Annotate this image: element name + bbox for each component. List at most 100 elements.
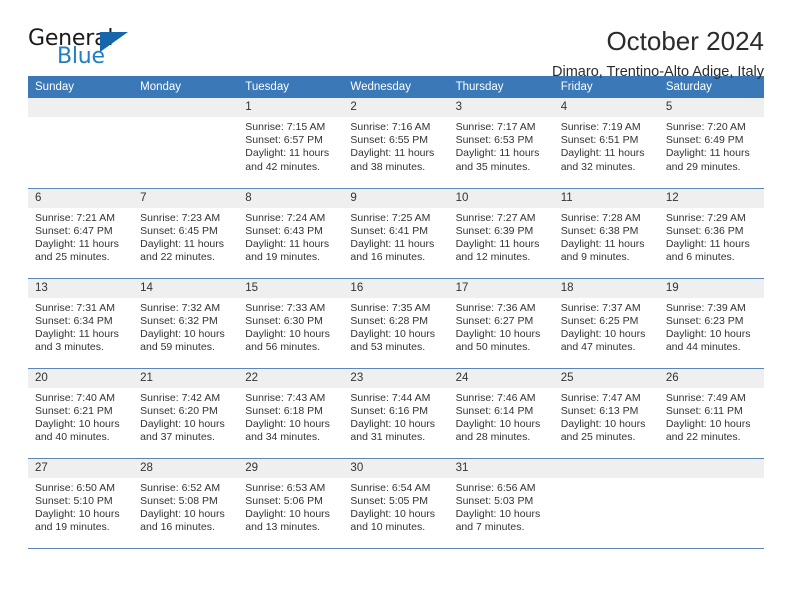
calendar-day-cell[interactable]: 16 Sunrise: 7:35 AM Sunset: 6:28 PM Dayligh…	[343, 278, 449, 369]
day-details: Sunrise: 6:54 AM Sunset: 5:05 PM Daylight:…	[343, 478, 448, 535]
daylight-duration-line1: Daylight: 10 hours	[350, 417, 436, 430]
calendar-day-cell[interactable]: 30 Sunrise: 6:54 AM Sunset: 5:05 PM Dayligh…	[343, 458, 449, 549]
day-details: Sunrise: 7:21 AM Sunset: 6:47 PM Daylight:…	[28, 208, 133, 265]
calendar-day-cell[interactable]: 19 Sunrise: 7:39 AM Sunset: 6:23 PM Dayligh…	[658, 278, 764, 369]
sunrise-sunset-calendar: Sunday Monday Tuesday Wednesday Thursday Frid…	[28, 76, 764, 549]
sunrise-time: Sunrise: 7:25 AM	[350, 211, 431, 224]
sunset-time: Sunset: 6:18 PM	[245, 404, 323, 417]
sunrise-time: Sunrise: 6:56 AM	[455, 481, 536, 494]
calendar-day-cell[interactable]: 7 Sunrise: 7:23 AM Sunset: 6:45 PM Daylight…	[133, 188, 239, 279]
daylight-duration-line2: and 32 minutes.	[560, 160, 636, 173]
day-details: Sunrise: 7:42 AM Sunset: 6:20 PM Daylight:…	[133, 388, 238, 445]
calendar-day-cell[interactable]: 24 Sunrise: 7:46 AM Sunset: 6:14 PM Dayligh…	[448, 368, 554, 459]
calendar-day-cell[interactable]: 27 Sunrise: 6:50 AM Sunset: 5:10 PM Dayligh…	[28, 458, 134, 549]
day-number: 16	[343, 278, 449, 298]
daylight-duration-line2: and 50 minutes.	[455, 341, 531, 354]
sunrise-time: Sunrise: 7:47 AM	[560, 391, 641, 404]
calendar-day-cell[interactable]: 31 Sunrise: 6:56 AM Sunset: 5:03 PM Dayligh…	[448, 458, 554, 549]
daylight-duration-line1: Daylight: 10 hours	[455, 417, 541, 430]
sunrise-time: Sunrise: 7:36 AM	[455, 301, 536, 314]
day-number: 23	[343, 368, 449, 388]
calendar-week-row: 6 Sunrise: 7:21 AM Sunset: 6:47 PM Daylight…	[28, 188, 764, 279]
day-number: 20	[28, 368, 134, 388]
day-details: Sunrise: 7:33 AM Sunset: 6:30 PM Daylight:…	[238, 298, 343, 355]
calendar-day-cell[interactable]: 12 Sunrise: 7:29 AM Sunset: 6:36 PM Dayligh…	[658, 188, 764, 279]
calendar-day-cell[interactable]: 20 Sunrise: 7:40 AM Sunset: 6:21 PM Dayligh…	[28, 368, 134, 459]
calendar-day-cell[interactable]: 2 Sunrise: 7:16 AM Sunset: 6:55 PM Daylight…	[343, 98, 449, 189]
day-details: Sunrise: 7:35 AM Sunset: 6:28 PM Daylight:…	[343, 298, 448, 355]
day-details: Sunrise: 7:16 AM Sunset: 6:55 PM Daylight:…	[343, 117, 448, 174]
calendar-day-cell[interactable]: 6 Sunrise: 7:21 AM Sunset: 6:47 PM Daylight…	[28, 188, 134, 279]
day-number: 21	[133, 368, 239, 388]
daylight-duration-line1: Daylight: 10 hours	[665, 327, 751, 340]
sunrise-time: Sunrise: 7:28 AM	[560, 211, 641, 224]
sunrise-time: Sunrise: 7:46 AM	[455, 391, 536, 404]
calendar-day-cell[interactable]: 4 Sunrise: 7:19 AM Sunset: 6:51 PM Daylight…	[553, 98, 659, 189]
daylight-duration-line2: and 3 minutes.	[35, 341, 104, 354]
weekday-header-thursday: Thursday	[448, 76, 554, 98]
daylight-duration-line2: and 38 minutes.	[350, 160, 426, 173]
sunrise-time: Sunrise: 6:54 AM	[350, 481, 431, 494]
sunrise-time: Sunrise: 7:37 AM	[560, 301, 641, 314]
day-details: Sunrise: 7:36 AM Sunset: 6:27 PM Daylight:…	[449, 298, 554, 355]
calendar-day-cell[interactable]: 18 Sunrise: 7:37 AM Sunset: 6:25 PM Dayligh…	[553, 278, 659, 369]
daylight-duration-line1: Daylight: 11 hours	[350, 237, 435, 250]
calendar-day-cell[interactable]: 25 Sunrise: 7:47 AM Sunset: 6:13 PM Dayligh…	[553, 368, 659, 459]
sunrise-time: Sunrise: 7:44 AM	[350, 391, 431, 404]
day-number: 6	[28, 188, 134, 208]
sunrise-time: Sunrise: 7:23 AM	[140, 211, 221, 224]
calendar-day-cell[interactable]: 15 Sunrise: 7:33 AM Sunset: 6:30 PM Dayligh…	[238, 278, 344, 369]
daylight-duration-line1: Daylight: 10 hours	[665, 417, 751, 430]
calendar-day-cell[interactable]: 5 Sunrise: 7:20 AM Sunset: 6:49 PM Daylight…	[658, 98, 764, 189]
day-number: 28	[133, 458, 239, 478]
calendar-day-cell[interactable]: 10 Sunrise: 7:27 AM Sunset: 6:39 PM Dayligh…	[448, 188, 554, 279]
daylight-duration-line2: and 28 minutes.	[455, 431, 531, 444]
calendar-day-cell[interactable]: 21 Sunrise: 7:42 AM Sunset: 6:20 PM Dayligh…	[133, 368, 239, 459]
daylight-duration-line2: and 53 minutes.	[350, 341, 426, 354]
day-details	[554, 478, 659, 482]
calendar-day-cell[interactable]: 13 Sunrise: 7:31 AM Sunset: 6:34 PM Dayligh…	[28, 278, 134, 369]
calendar-day-cell[interactable]: 8 Sunrise: 7:24 AM Sunset: 6:43 PM Daylight…	[238, 188, 344, 279]
general-blue-logo[interactable]: General Blue	[28, 26, 148, 72]
sunset-time: Sunset: 6:41 PM	[350, 224, 429, 237]
sunrise-time: Sunrise: 7:31 AM	[35, 301, 115, 314]
page-header: General Blue October 2024 Dimaro, Trenti…	[28, 0, 764, 80]
calendar-day-cell[interactable]: 9 Sunrise: 7:25 AM Sunset: 6:41 PM Daylight…	[343, 188, 449, 279]
sunset-time: Sunset: 5:03 PM	[455, 494, 534, 507]
day-number: 29	[238, 458, 344, 478]
day-details: Sunrise: 7:39 AM Sunset: 6:23 PM Daylight:…	[659, 298, 764, 355]
sunset-time: Sunset: 6:27 PM	[455, 314, 534, 327]
daylight-duration-line1: Daylight: 10 hours	[245, 417, 330, 430]
day-number: 22	[238, 368, 344, 388]
calendar-day-cell[interactable]: 22 Sunrise: 7:43 AM Sunset: 6:18 PM Dayligh…	[238, 368, 344, 459]
calendar-day-cell[interactable]: 11 Sunrise: 7:28 AM Sunset: 6:38 PM Dayligh…	[553, 188, 659, 279]
weekday-header-monday: Monday	[133, 76, 239, 98]
day-number: 9	[343, 188, 449, 208]
sunset-time: Sunset: 6:47 PM	[35, 224, 113, 237]
calendar-day-cell[interactable]: 1 Sunrise: 7:15 AM Sunset: 6:57 PM Daylight…	[238, 98, 344, 189]
calendar-day-cell[interactable]: 3 Sunrise: 7:17 AM Sunset: 6:53 PM Daylight…	[448, 98, 554, 189]
daylight-duration-line1: Daylight: 10 hours	[350, 507, 436, 520]
calendar-day-cell[interactable]: 28 Sunrise: 6:52 AM Sunset: 5:08 PM Dayligh…	[133, 458, 239, 549]
calendar-day-cell[interactable]: 29 Sunrise: 6:53 AM Sunset: 5:06 PM Dayligh…	[238, 458, 344, 549]
sunset-time: Sunset: 6:36 PM	[665, 224, 744, 237]
calendar-day-cell[interactable]: 17 Sunrise: 7:36 AM Sunset: 6:27 PM Dayligh…	[448, 278, 554, 369]
calendar-day-cell[interactable]: 14 Sunrise: 7:32 AM Sunset: 6:32 PM Dayligh…	[133, 278, 239, 369]
day-number: 2	[343, 98, 449, 117]
day-number: 26	[658, 368, 764, 388]
sunset-time: Sunset: 6:43 PM	[245, 224, 323, 237]
daylight-duration-line1: Daylight: 11 hours	[35, 237, 119, 250]
daylight-duration-line2: and 37 minutes.	[140, 431, 215, 444]
day-details: Sunrise: 7:49 AM Sunset: 6:11 PM Daylight:…	[659, 388, 764, 445]
calendar-day-cell[interactable]: 26 Sunrise: 7:49 AM Sunset: 6:11 PM Dayligh…	[658, 368, 764, 459]
day-number: 4	[553, 98, 659, 117]
sunset-time: Sunset: 6:45 PM	[140, 224, 218, 237]
calendar-day-cell[interactable]: 23 Sunrise: 7:44 AM Sunset: 6:16 PM Dayligh…	[343, 368, 449, 459]
day-details	[133, 117, 238, 121]
sunset-time: Sunset: 5:05 PM	[350, 494, 429, 507]
calendar-page: General Blue October 2024 Dimaro, Trenti…	[0, 0, 792, 612]
sunrise-time: Sunrise: 6:53 AM	[245, 481, 326, 494]
day-number: 25	[553, 368, 659, 388]
day-number: 31	[448, 458, 554, 478]
day-number: 14	[133, 278, 239, 298]
